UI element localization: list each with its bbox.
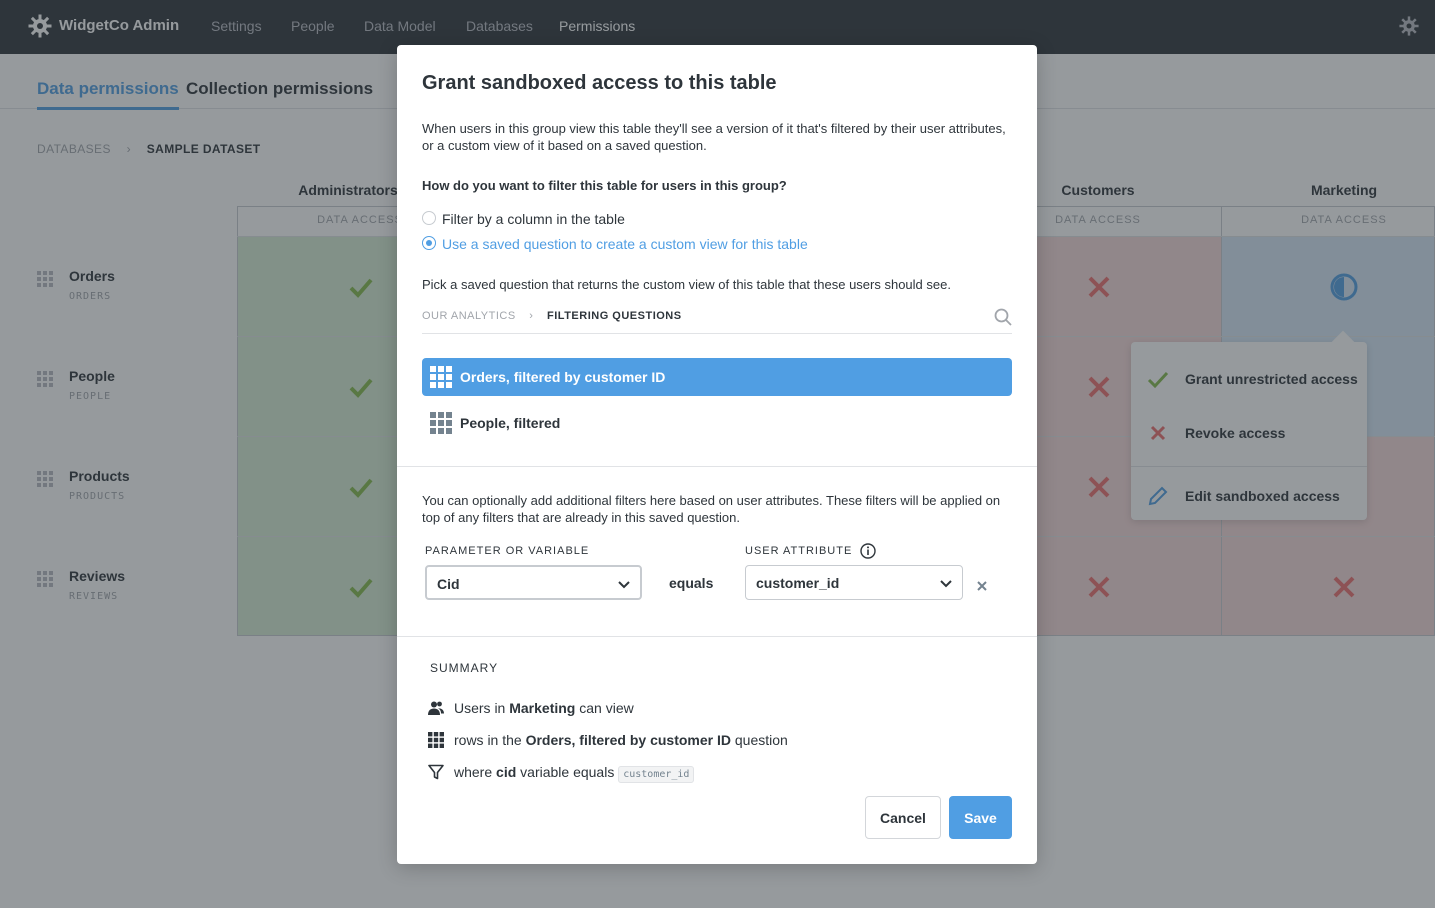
divider bbox=[422, 333, 1012, 334]
search-icon[interactable] bbox=[994, 308, 1012, 326]
breadcrumb-filtering-questions: FILTERING QUESTIONS bbox=[547, 310, 682, 322]
cancel-button[interactable]: Cancel bbox=[865, 796, 941, 839]
save-button[interactable]: Save bbox=[949, 796, 1012, 839]
table-icon bbox=[428, 732, 444, 748]
pick-prompt: Pick a saved question that returns the c… bbox=[422, 277, 951, 292]
filter-question: How do you want to filter this table for… bbox=[422, 178, 787, 193]
summary-title: SUMMARY bbox=[430, 661, 499, 675]
chevron-down-icon bbox=[940, 580, 952, 588]
attribute-code: customer_id bbox=[618, 766, 695, 783]
question-label: Orders, filtered by customer ID bbox=[460, 369, 666, 385]
table-icon bbox=[430, 366, 452, 388]
summary-text: where cid variable equals customer_id bbox=[454, 764, 695, 783]
remove-filter-icon[interactable] bbox=[976, 580, 988, 592]
divider bbox=[397, 466, 1037, 467]
user-attribute-label: USER ATTRIBUTE bbox=[745, 545, 853, 557]
parameter-label: PARAMETER OR VARIABLE bbox=[425, 545, 590, 557]
radio-saved-question[interactable] bbox=[422, 236, 436, 250]
optional-filters-text: You can optionally add additional filter… bbox=[422, 493, 1001, 525]
radio-filter-by-column[interactable] bbox=[422, 211, 436, 225]
divider bbox=[397, 636, 1037, 637]
question-picker-breadcrumb: OUR ANALYTICS › FILTERING QUESTIONS bbox=[422, 310, 682, 322]
equals-label: equals bbox=[669, 575, 714, 591]
question-label: People, filtered bbox=[460, 415, 561, 431]
modal-description: When users in this group view this table… bbox=[422, 121, 1006, 153]
user-attribute-value: customer_id bbox=[756, 575, 840, 591]
radio-label-filter-by-column[interactable]: Filter by a column in the table bbox=[442, 211, 625, 227]
question-item-orders[interactable]: Orders, filtered by customer ID bbox=[422, 358, 1012, 396]
group-icon bbox=[428, 701, 444, 715]
table-icon bbox=[430, 412, 452, 434]
chevron-down-icon bbox=[618, 581, 630, 589]
breadcrumb-our-analytics[interactable]: OUR ANALYTICS bbox=[422, 310, 516, 322]
parameter-value: Cid bbox=[437, 576, 460, 592]
filter-icon bbox=[428, 764, 444, 780]
modal-title: Grant sandboxed access to this table bbox=[422, 72, 777, 94]
question-item-people[interactable]: People, filtered bbox=[422, 404, 1012, 442]
parameter-select[interactable]: Cid bbox=[425, 565, 642, 600]
user-attribute-select[interactable]: customer_id bbox=[745, 565, 963, 600]
info-icon[interactable] bbox=[860, 543, 876, 559]
summary-text: rows in the Orders, filtered by customer… bbox=[454, 732, 788, 748]
chevron-right-icon: › bbox=[529, 310, 534, 322]
sandbox-modal: Grant sandboxed access to this table Whe… bbox=[397, 45, 1037, 864]
summary-text: Users in Marketing can view bbox=[454, 700, 634, 716]
radio-label-saved-question[interactable]: Use a saved question to create a custom … bbox=[442, 236, 808, 252]
